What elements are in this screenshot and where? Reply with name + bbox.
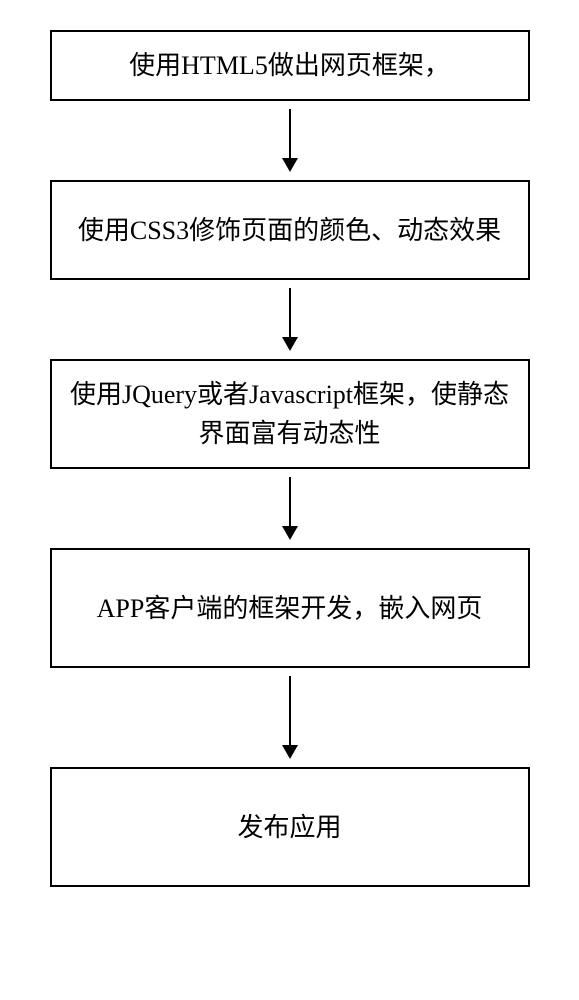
arrow-head-icon — [282, 337, 298, 351]
arrow-head-icon — [282, 745, 298, 759]
step-box-5: 发布应用 — [50, 767, 530, 887]
step-text: APP客户端的框架开发，嵌入网页 — [97, 589, 483, 628]
step-box-4: APP客户端的框架开发，嵌入网页 — [50, 548, 530, 668]
arrow-3 — [282, 477, 298, 540]
step-box-1: 使用HTML5做出网页框架， — [50, 30, 530, 101]
arrow-line — [289, 109, 291, 159]
arrow-1 — [282, 109, 298, 172]
step-text: 使用CSS3修饰页面的颜色、动态效果 — [78, 211, 501, 250]
arrow-line — [289, 676, 291, 746]
arrow-line — [289, 288, 291, 338]
arrow-line — [289, 477, 291, 527]
step-text: 使用JQuery或者Javascript框架，使静态界面富有动态性 — [70, 375, 510, 453]
arrow-2 — [282, 288, 298, 351]
flowchart-container: 使用HTML5做出网页框架， 使用CSS3修饰页面的颜色、动态效果 使用JQue… — [50, 30, 529, 887]
arrow-4 — [282, 676, 298, 759]
step-box-2: 使用CSS3修饰页面的颜色、动态效果 — [50, 180, 530, 280]
step-text: 发布应用 — [237, 808, 341, 847]
arrow-head-icon — [282, 526, 298, 540]
arrow-head-icon — [282, 158, 298, 172]
step-text: 使用HTML5做出网页框架， — [129, 46, 450, 85]
step-box-3: 使用JQuery或者Javascript框架，使静态界面富有动态性 — [50, 359, 530, 469]
